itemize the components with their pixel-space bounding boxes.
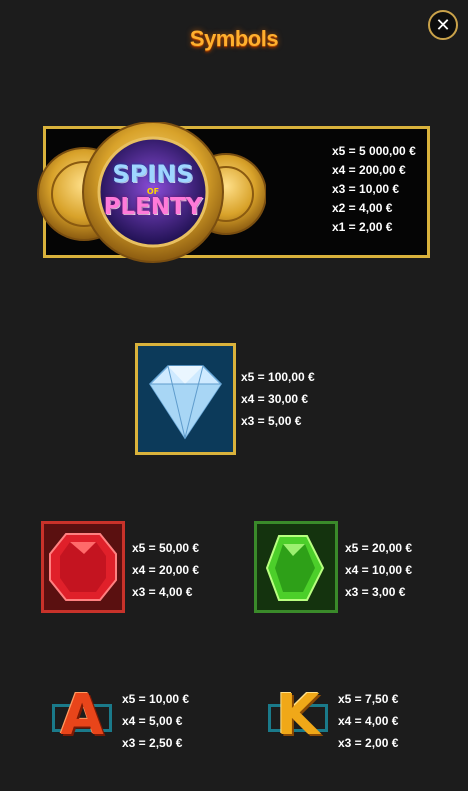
close-button[interactable]: ✕ [428,10,458,40]
letter-k-glyph: K [276,683,320,748]
pays-spins-of-plenty: x5 = 5 000,00 € x4 = 200,00 € x3 = 10,00… [332,142,416,237]
pays-green-gem: x5 = 20,00 € x4 = 10,00 € x3 = 3,00 € [345,537,412,603]
pay-line: x3 = 2,50 € [122,736,183,750]
green-gem-symbol [265,535,325,601]
pay-line: x5 = 10,00 € [122,692,190,706]
pay-line: x3 = 3,00 € [345,585,406,599]
symbol-card-red-gem [41,521,125,613]
logo-text-plenty: PLENTY [103,194,203,220]
pay-line: x4 = 5,00 € [122,714,183,728]
pay-line: x5 = 7,50 € [338,692,399,706]
pay-line: x4 = 4,00 € [338,714,399,728]
letter-a-symbol: A [50,684,114,748]
letter-a-glyph: A [60,683,104,748]
pays-letter-a: x5 = 10,00 € x4 = 5,00 € x3 = 2,50 € [122,688,189,754]
symbol-card-diamond [135,343,236,455]
pay-line: x1 = 2,00 € [332,220,393,234]
pay-line: x3 = 2,00 € [338,736,399,750]
red-gem-symbol [49,533,117,601]
pay-line: x4 = 30,00 € [241,392,309,406]
pay-line: x5 = 100,00 € [241,370,315,384]
symbol-card-green-gem [254,521,338,613]
close-icon: ✕ [435,14,451,35]
spins-of-plenty-logo: SPINS OF PLENTY [36,121,267,264]
pay-line: x3 = 4,00 € [132,585,193,599]
pay-line: x4 = 200,00 € [332,163,406,177]
pay-line: x4 = 20,00 € [132,563,200,577]
pays-letter-k: x5 = 7,50 € x4 = 4,00 € x3 = 2,00 € [338,688,398,754]
page-title: Symbols [189,26,279,51]
logo-text-spins: SPINS [112,160,194,188]
pays-diamond: x5 = 100,00 € x4 = 30,00 € x3 = 5,00 € [241,366,315,432]
pays-red-gem: x5 = 50,00 € x4 = 20,00 € x3 = 4,00 € [132,537,199,603]
pay-line: x3 = 5,00 € [241,414,302,428]
letter-k-symbol: K [266,684,330,748]
pay-line: x5 = 50,00 € [132,541,200,555]
diamond-symbol [149,365,222,440]
pay-line: x3 = 10,00 € [332,182,400,196]
pay-line: x5 = 5 000,00 € [332,144,416,158]
pay-line: x5 = 20,00 € [345,541,413,555]
pay-line: x2 = 4,00 € [332,201,393,215]
pay-line: x4 = 10,00 € [345,563,413,577]
